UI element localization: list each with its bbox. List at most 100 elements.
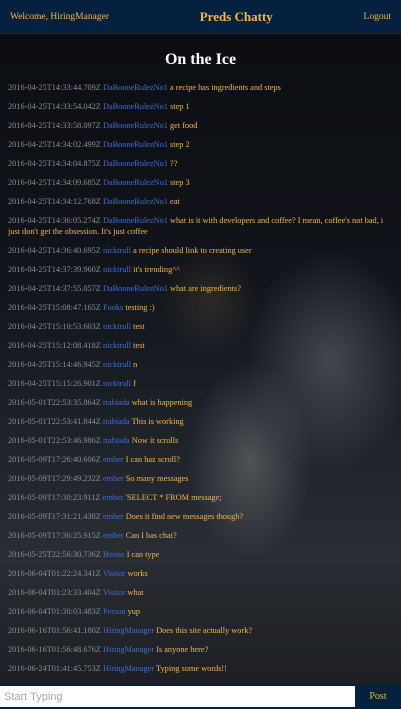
message-item: 2016-05-09T17:36:25.915Z ember Can I has… xyxy=(8,530,391,541)
message-text: yup xyxy=(127,607,141,616)
message-text: Does this site actually work? xyxy=(156,626,253,635)
message-text: Is anyone here? xyxy=(156,645,209,654)
message-username[interactable]: DaBooneRulezNo1 xyxy=(103,121,168,130)
message-username[interactable]: nicktrull xyxy=(103,341,131,350)
message-timestamp: 2016-04-25T14:33:44.709Z xyxy=(8,83,101,92)
message-username[interactable]: nicktrull xyxy=(103,379,131,388)
message-username[interactable]: DaBooneRulezNo1 xyxy=(103,284,168,293)
message-timestamp: 2016-04-25T14:37:39.960Z xyxy=(8,265,101,274)
message-username[interactable]: nicktrull xyxy=(103,322,131,331)
message-username[interactable]: Fooks xyxy=(103,303,123,312)
message-item: 2016-05-09T17:26:40.606Z ember I can haz… xyxy=(8,454,391,465)
message-text: So many messages xyxy=(125,474,189,483)
message-username[interactable]: nicktrull xyxy=(103,360,131,369)
room-title: On the Ice xyxy=(164,51,237,68)
message-timestamp: 2016-04-25T15:08:47.165Z xyxy=(8,303,101,312)
message-timestamp: 2016-04-25T15:12:08.418Z xyxy=(8,341,101,350)
message-item: 2016-06-04T01:30:03.483Z Person yup xyxy=(8,606,391,617)
message-item: 2016-05-01T22:53:41.844Z rtabiada This i… xyxy=(8,416,391,427)
message-timestamp: 2016-04-25T15:14:46.945Z xyxy=(8,360,101,369)
message-username[interactable]: ember xyxy=(103,455,124,464)
message-text: step 2 xyxy=(170,140,190,149)
message-username[interactable]: DaBooneRulezNo1 xyxy=(103,140,168,149)
message-item: 2016-04-25T14:34:04.875Z DaBooneRulezNo1… xyxy=(8,158,391,169)
message-timestamp: 2016-06-16T01:56:48.676Z xyxy=(8,645,101,654)
message-item: 2016-04-25T14:36:40.695Z nicktrull a rec… xyxy=(8,245,391,256)
message-text: get food xyxy=(170,121,198,130)
message-username[interactable]: Visitor xyxy=(103,588,126,597)
message-item: 2016-04-25T14:33:54.042Z DaBooneRulezNo1… xyxy=(8,101,391,112)
message-username[interactable]: DaBooneRulezNo1 xyxy=(103,178,168,187)
message-timestamp: 2016-06-24T01:41:45.753Z xyxy=(8,664,101,673)
message-text: I can type xyxy=(126,550,160,559)
message-timestamp: 2016-05-01T22:53:46.986Z xyxy=(8,436,101,445)
message-username[interactable]: DaBooneRulezNo1 xyxy=(103,102,168,111)
message-text: ?? xyxy=(170,159,178,168)
message-text: This is working xyxy=(131,417,184,426)
post-button[interactable]: Post xyxy=(355,684,401,709)
message-username[interactable]: ember xyxy=(103,531,124,540)
message-text: a recipe has ingredients and steps xyxy=(170,83,281,92)
message-text: what are ingredients? xyxy=(170,284,241,293)
message-text: testing :) xyxy=(125,303,155,312)
message-item: 2016-04-25T15:10:53.603Z nicktrull test xyxy=(8,321,391,332)
message-list[interactable]: 2016-04-25T14:33:44.709Z DaBooneRulezNo1… xyxy=(8,82,391,681)
logout-link[interactable]: Logout xyxy=(364,12,391,22)
message-item: 2016-04-25T14:33:58.097Z DaBooneRulezNo1… xyxy=(8,120,391,131)
message-text: step 3 xyxy=(170,178,190,187)
top-navbar: Welcome, HiringManager Preds Chatty Logo… xyxy=(0,0,401,34)
message-timestamp: 2016-04-25T14:36:05.274Z xyxy=(8,216,101,225)
message-timestamp: 2016-05-09T17:31:21.438Z xyxy=(8,512,101,521)
message-username[interactable]: DaBooneRulezNo1 xyxy=(103,197,168,206)
message-username[interactable]: DaBooneRulezNo1 xyxy=(103,83,168,92)
message-timestamp: 2016-04-25T14:34:12.768Z xyxy=(8,197,101,206)
message-timestamp: 2016-04-25T14:33:54.042Z xyxy=(8,102,101,111)
message-timestamp: 2016-04-25T14:37:55.057Z xyxy=(8,284,101,293)
message-timestamp: 2016-04-25T15:15:26.901Z xyxy=(8,379,101,388)
message-text: test xyxy=(133,322,145,331)
message-timestamp: 2016-06-04T01:23:33.404Z xyxy=(8,588,101,597)
message-timestamp: 2016-05-01T22:53:35.864Z xyxy=(8,398,101,407)
message-text: f xyxy=(133,379,136,388)
message-username[interactable]: Person xyxy=(103,607,126,616)
message-text: a recipe should link to creating user xyxy=(133,246,252,255)
message-username[interactable]: HiringManager xyxy=(103,645,154,654)
message-text: Now it scrolls xyxy=(131,436,179,445)
message-timestamp: 2016-05-09T17:30:23.911Z xyxy=(8,493,101,502)
message-username[interactable]: ember xyxy=(103,493,124,502)
message-username[interactable]: rtabiada xyxy=(103,436,130,445)
message-text: Does it find new messages though? xyxy=(125,512,244,521)
message-username[interactable]: ember xyxy=(103,512,124,521)
message-username[interactable]: Boone xyxy=(103,550,125,559)
message-username[interactable]: Visitor xyxy=(103,569,126,578)
message-input[interactable] xyxy=(0,686,355,707)
message-timestamp: 2016-05-25T22:56:30.736Z xyxy=(8,550,101,559)
message-username[interactable]: nicktrull xyxy=(103,265,131,274)
message-username[interactable]: ember xyxy=(103,474,124,483)
message-item: 2016-04-25T15:14:46.945Z nicktrull n xyxy=(8,359,391,370)
message-username[interactable]: DaBooneRulezNo1 xyxy=(103,216,168,225)
message-text: Can I has chat? xyxy=(125,531,177,540)
message-username[interactable]: rtabiada xyxy=(103,398,130,407)
message-username[interactable]: DaBooneRulezNo1 xyxy=(103,159,168,168)
message-item: 2016-05-09T17:30:23.911Z ember 'SELECT *… xyxy=(8,492,391,503)
message-username[interactable]: rtabiada xyxy=(103,417,130,426)
message-item: 2016-04-25T14:36:05.274Z DaBooneRulezNo1… xyxy=(8,215,391,237)
message-item: 2016-04-25T14:34:12.768Z DaBooneRulezNo1… xyxy=(8,196,391,207)
message-timestamp: 2016-04-25T14:34:09.685Z xyxy=(8,178,101,187)
message-timestamp: 2016-05-09T17:26:40.606Z xyxy=(8,455,101,464)
message-item: 2016-06-04T01:23:33.404Z Visitor what xyxy=(8,587,391,598)
brand-title[interactable]: Preds Chatty xyxy=(200,9,273,25)
message-item: 2016-04-25T14:33:44.709Z DaBooneRulezNo1… xyxy=(8,82,391,93)
message-username[interactable]: HiringManager xyxy=(103,664,154,673)
message-username[interactable]: HiringManager xyxy=(103,626,154,635)
message-item: 2016-05-09T17:31:21.438Z ember Does it f… xyxy=(8,511,391,522)
message-item: 2016-05-25T22:56:30.736Z Boone I can typ… xyxy=(8,549,391,560)
message-item: 2016-04-25T14:37:39.960Z nicktrull it's … xyxy=(8,264,391,275)
message-timestamp: 2016-04-25T14:34:04.875Z xyxy=(8,159,101,168)
message-username[interactable]: nicktrull xyxy=(103,246,131,255)
message-item: 2016-06-04T01:22:24.341Z Visitor works xyxy=(8,568,391,579)
message-text: 'SELECT * FROM message; xyxy=(125,493,222,502)
message-timestamp: 2016-05-01T22:53:41.844Z xyxy=(8,417,101,426)
message-item: 2016-05-01T22:53:35.864Z rtabiada what i… xyxy=(8,397,391,408)
